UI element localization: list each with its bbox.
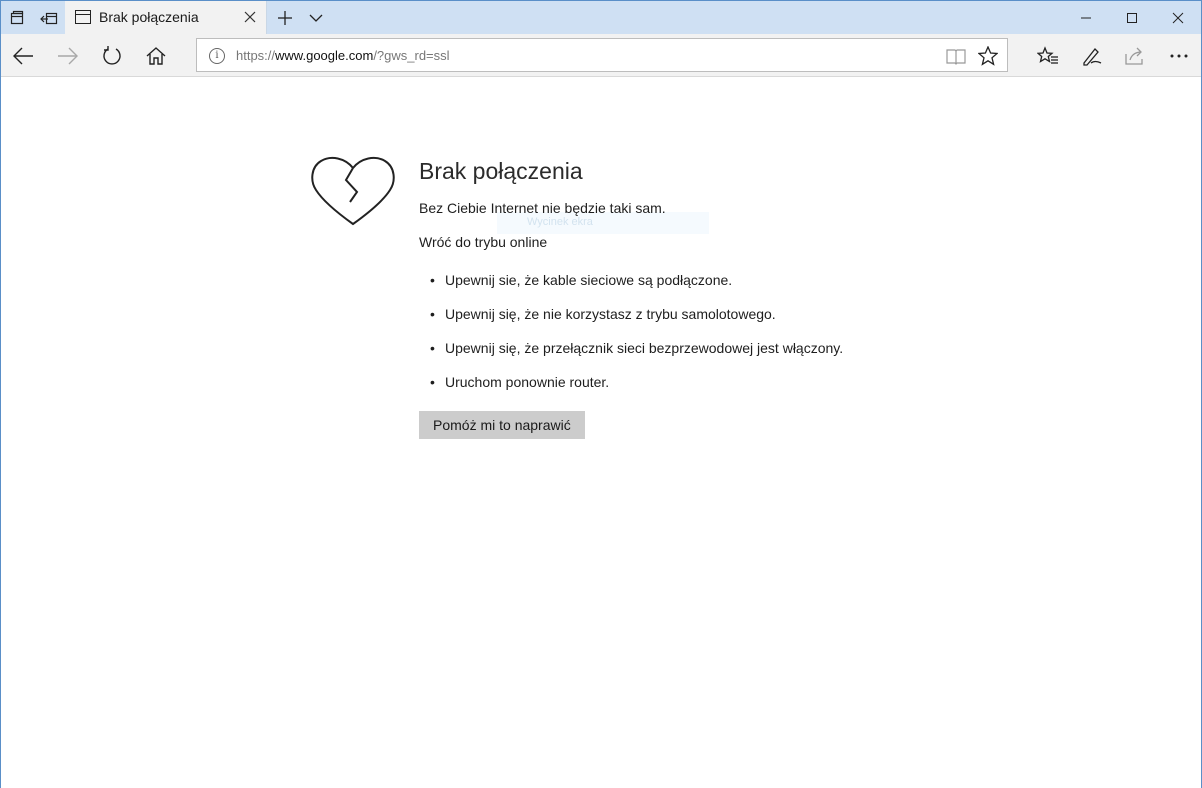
tab-close-icon[interactable] bbox=[242, 9, 258, 25]
chevron-down-icon[interactable] bbox=[300, 1, 332, 34]
share-icon[interactable] bbox=[1115, 36, 1155, 76]
maximize-icon[interactable] bbox=[1109, 1, 1155, 34]
error-panel: Brak połączenia Bez Ciebie Internet nie … bbox=[419, 156, 1019, 439]
list-item: Upewnij się, że przełącznik sieci bezprz… bbox=[419, 340, 1019, 374]
forward-arrow-icon[interactable] bbox=[48, 36, 88, 76]
fix-connection-button[interactable]: Pomóż mi to naprawić bbox=[419, 411, 585, 439]
more-options-icon[interactable] bbox=[1159, 36, 1199, 76]
browser-window: Brak połączenia i https://www.google.com… bbox=[0, 0, 1202, 788]
close-window-icon[interactable] bbox=[1155, 1, 1201, 34]
home-icon[interactable] bbox=[136, 36, 176, 76]
web-note-icon[interactable] bbox=[1072, 36, 1112, 76]
back-arrow-icon[interactable] bbox=[3, 36, 43, 76]
minimize-icon[interactable] bbox=[1063, 1, 1109, 34]
section-heading: Wróć do trybu online bbox=[419, 234, 548, 250]
page-content: Wycinek ekra Brak połączenia Bez Ciebie … bbox=[1, 78, 1201, 788]
url-text: https://www.google.com/?gws_rd=ssl bbox=[236, 48, 450, 63]
new-tab-icon[interactable] bbox=[269, 1, 301, 34]
set-tabs-aside-icon[interactable] bbox=[33, 1, 65, 34]
tab-title: Brak połączenia bbox=[99, 9, 199, 25]
favorite-star-icon[interactable] bbox=[975, 43, 1001, 69]
tab-preview-icon[interactable] bbox=[1, 1, 33, 34]
list-item: Upewnij sie, że kable sieciowe są podłąc… bbox=[419, 272, 1019, 306]
info-icon[interactable]: i bbox=[209, 48, 225, 64]
page-icon bbox=[75, 10, 91, 24]
refresh-icon[interactable] bbox=[92, 36, 132, 76]
broken-heart-icon bbox=[311, 156, 395, 226]
tips-list: Upewnij sie, że kable sieciowe są podłąc… bbox=[419, 272, 1019, 408]
error-subtitle: Bez Ciebie Internet nie będzie taki sam. bbox=[419, 200, 666, 216]
list-item: Upewnij się, że nie korzystasz z trybu s… bbox=[419, 306, 1019, 340]
tab-active[interactable]: Brak połączenia bbox=[65, 1, 267, 34]
list-item: Uruchom ponownie router. bbox=[419, 374, 1019, 408]
reading-view-icon[interactable] bbox=[943, 43, 969, 69]
address-bar[interactable]: i https://www.google.com/?gws_rd=ssl bbox=[196, 38, 1008, 72]
error-title: Brak połączenia bbox=[419, 158, 583, 184]
tab-strip: Brak połączenia bbox=[1, 1, 1201, 34]
favorites-hub-icon[interactable] bbox=[1028, 36, 1068, 76]
navigation-bar: i https://www.google.com/?gws_rd=ssl bbox=[1, 34, 1201, 77]
